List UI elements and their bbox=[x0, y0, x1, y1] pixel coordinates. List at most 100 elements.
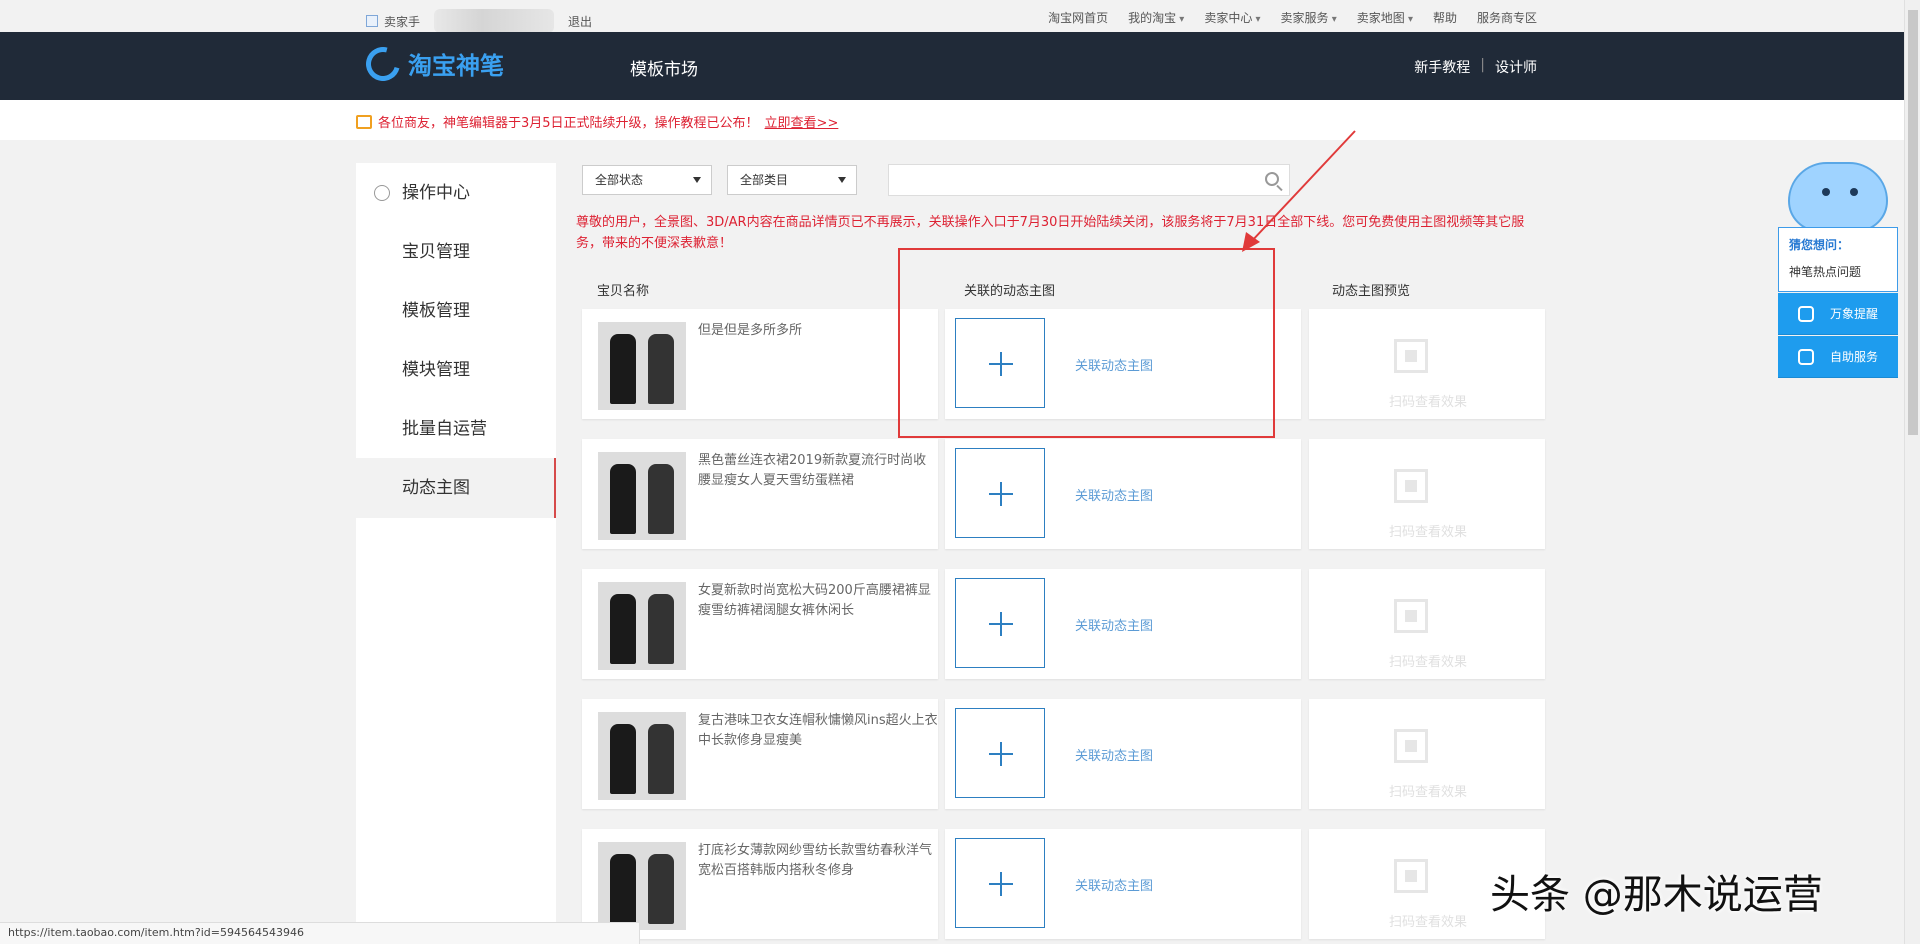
product-thumbnail[interactable] bbox=[598, 322, 686, 410]
link-dynamic-image[interactable]: 关联动态主图 bbox=[1075, 485, 1153, 504]
seller-name[interactable]: 卖家手 bbox=[384, 13, 420, 30]
link-cell: 关联动态主图 bbox=[945, 829, 1301, 939]
qr-hint: 扫码查看效果 bbox=[1389, 785, 1468, 800]
self-service-label: 自助服务 bbox=[1830, 350, 1879, 364]
chat-icon bbox=[1798, 349, 1814, 365]
sidebar: 操作中心 宝贝管理 模板管理 模块管理 批量自运营 动态主图 bbox=[356, 163, 556, 944]
notice-text: 各位商友，神笔编辑器于3月5日正式陆续升级，操作教程已公布！ bbox=[378, 116, 759, 131]
template-market-link[interactable]: 模板市场 bbox=[630, 55, 698, 80]
preview-cell: 扫码查看效果 bbox=[1309, 309, 1545, 419]
sidebar-item-module[interactable]: 模块管理 bbox=[356, 340, 556, 400]
logout-link[interactable]: 退出 bbox=[568, 13, 592, 30]
notice-bar: 各位商友，神笔编辑器于3月5日正式陆续升级，操作教程已公布！ 立即查看>> bbox=[0, 100, 1904, 140]
reminder-label: 万象提醒 bbox=[1830, 307, 1879, 321]
self-service-button[interactable]: 自助服务 bbox=[1778, 336, 1898, 378]
search-input[interactable] bbox=[889, 165, 1249, 195]
product-name[interactable]: 黑色蕾丝连衣裙2019新款夏流行时尚收腰显瘦女人夏天雪纺蛋糕裙 bbox=[698, 451, 938, 491]
sidebar-item-template[interactable]: 模板管理 bbox=[356, 281, 556, 341]
link-cell: 关联动态主图 bbox=[945, 439, 1301, 549]
status-select-value: 全部状态 bbox=[595, 173, 644, 187]
seller-service-menu[interactable]: 卖家服务 bbox=[1281, 9, 1337, 26]
link-dynamic-image[interactable]: 关联动态主图 bbox=[1075, 875, 1153, 894]
bell-icon bbox=[1798, 306, 1814, 322]
header-links: 新手教程 | 设计师 bbox=[1414, 57, 1537, 77]
reminder-button[interactable]: 万象提醒 bbox=[1778, 293, 1898, 335]
qr-code-icon bbox=[1394, 859, 1428, 893]
top-nav-bar: 卖家手 退出 淘宝网首页 我的淘宝 卖家中心 卖家服务 卖家地图 帮助 服务商专… bbox=[0, 0, 1904, 33]
brush-logo-icon bbox=[359, 40, 407, 87]
link-dynamic-image[interactable]: 关联动态主图 bbox=[1075, 745, 1153, 764]
faq-hot-link[interactable]: 神笔热点问题 bbox=[1789, 263, 1887, 280]
preview-cell: 扫码查看效果 bbox=[1309, 439, 1545, 549]
chevron-down-icon bbox=[693, 177, 701, 183]
column-header-preview: 动态主图预览 bbox=[1332, 284, 1411, 299]
product-cell: 女夏新款时尚宽松大码200斤高腰裙裤显瘦雪纺裤裙阔腿女裤休闲长 bbox=[582, 569, 938, 679]
add-dynamic-image-button[interactable] bbox=[955, 838, 1045, 928]
product-thumbnail[interactable] bbox=[598, 712, 686, 800]
status-select[interactable]: 全部状态 bbox=[582, 165, 712, 195]
chevron-down-icon bbox=[838, 177, 846, 183]
qr-code-icon bbox=[1394, 729, 1428, 763]
qr-code-icon bbox=[1394, 599, 1428, 633]
qr-hint: 扫码查看效果 bbox=[1389, 525, 1468, 540]
notice-view-link[interactable]: 立即查看>> bbox=[765, 112, 839, 131]
scrollbar-thumb[interactable] bbox=[1908, 10, 1918, 435]
product-name[interactable]: 打底衫女薄款网纱雪纺长款雪纺春秋洋气宽松百搭韩版内搭秋冬修身 bbox=[698, 841, 938, 881]
designer-link[interactable]: 设计师 bbox=[1495, 57, 1537, 77]
faq-box: 猜您想问： 神笔热点问题 bbox=[1778, 227, 1898, 292]
search-box bbox=[888, 164, 1290, 196]
product-cell: 黑色蕾丝连衣裙2019新款夏流行时尚收腰显瘦女人夏天雪纺蛋糕裙 bbox=[582, 439, 938, 549]
main-header: 淘宝神笔 模板市场 新手教程 | 设计师 bbox=[0, 32, 1904, 100]
sidebar-heading: 操作中心 bbox=[356, 163, 556, 223]
provider-zone-link[interactable]: 服务商专区 bbox=[1477, 9, 1537, 26]
logo[interactable]: 淘宝神笔 bbox=[359, 40, 504, 87]
faq-question: 猜您想问： bbox=[1789, 238, 1850, 252]
blurred-username bbox=[434, 9, 555, 33]
link-dynamic-image[interactable]: 关联动态主图 bbox=[1075, 615, 1153, 634]
sidebar-heading-label: 操作中心 bbox=[402, 183, 470, 203]
product-thumbnail[interactable] bbox=[598, 452, 686, 540]
status-bar-url: https://item.taobao.com/item.htm?id=5945… bbox=[0, 922, 640, 944]
preview-cell: 扫码查看效果 bbox=[1309, 569, 1545, 679]
seller-icon bbox=[366, 15, 378, 27]
annotation-arrow bbox=[1242, 130, 1356, 252]
link-divider: | bbox=[1480, 57, 1485, 73]
product-thumbnail[interactable] bbox=[598, 582, 686, 670]
preview-cell: 扫码查看效果 bbox=[1309, 699, 1545, 809]
top-links: 淘宝网首页 我的淘宝 卖家中心 卖家服务 卖家地图 帮助 服务商专区 bbox=[1048, 9, 1537, 26]
qr-hint: 扫码查看效果 bbox=[1389, 915, 1468, 930]
seller-info: 卖家手 退出 bbox=[366, 9, 592, 33]
taobao-home-link[interactable]: 淘宝网首页 bbox=[1048, 9, 1108, 26]
scrollbar[interactable] bbox=[1904, 0, 1920, 944]
watermark: 头条 @那木说运营 bbox=[1490, 872, 1823, 918]
add-dynamic-image-button[interactable] bbox=[955, 708, 1045, 798]
add-dynamic-image-button[interactable] bbox=[955, 448, 1045, 538]
link-cell: 关联动态主图 bbox=[945, 699, 1301, 809]
product-cell: 复古港味卫衣女连帽秋慵懒风ins超火上衣中长款修身显瘦美 bbox=[582, 699, 938, 809]
product-name[interactable]: 复古港味卫衣女连帽秋慵懒风ins超火上衣中长款修身显瘦美 bbox=[698, 711, 938, 751]
sidebar-item-product[interactable]: 宝贝管理 bbox=[356, 222, 556, 282]
my-taobao-menu[interactable]: 我的淘宝 bbox=[1128, 9, 1184, 26]
link-cell: 关联动态主图 bbox=[945, 569, 1301, 679]
product-name[interactable]: 女夏新款时尚宽松大码200斤高腰裙裤显瘦雪纺裤裙阔腿女裤休闲长 bbox=[698, 581, 938, 621]
sidebar-item-dynamic-image[interactable]: 动态主图 bbox=[356, 458, 556, 518]
speaker-icon bbox=[356, 114, 372, 129]
tutorial-link[interactable]: 新手教程 bbox=[1414, 57, 1470, 77]
annotation-box bbox=[898, 248, 1275, 438]
qr-code-icon bbox=[1394, 469, 1428, 503]
product-cell: 但是但是多所多所 bbox=[582, 309, 938, 419]
product-thumbnail[interactable] bbox=[598, 842, 686, 930]
logo-text: 淘宝神笔 bbox=[408, 52, 504, 80]
seller-map-menu[interactable]: 卖家地图 bbox=[1357, 9, 1413, 26]
column-header-name: 宝贝名称 bbox=[597, 284, 650, 299]
operation-center-icon bbox=[374, 185, 390, 201]
seller-center-menu[interactable]: 卖家中心 bbox=[1204, 9, 1260, 26]
add-dynamic-image-button[interactable] bbox=[955, 578, 1045, 668]
category-select[interactable]: 全部类目 bbox=[727, 165, 857, 195]
qr-code-icon bbox=[1394, 339, 1428, 373]
elephant-mascot-icon bbox=[1788, 162, 1888, 232]
sidebar-item-batch[interactable]: 批量自运营 bbox=[356, 399, 556, 459]
qr-hint: 扫码查看效果 bbox=[1389, 655, 1468, 670]
category-select-value: 全部类目 bbox=[740, 173, 789, 187]
help-link[interactable]: 帮助 bbox=[1433, 9, 1457, 26]
